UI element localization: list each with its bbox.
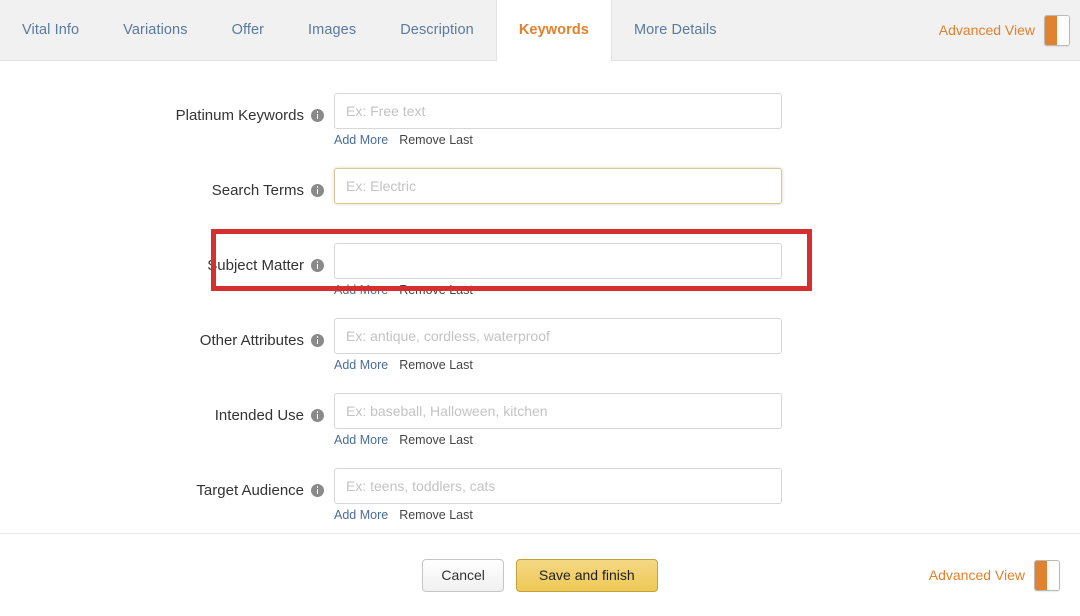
form-row-subject-matter: Subject Matter Add More Remove Last [0,243,1080,318]
tab-label: More Details [633,22,717,38]
keywords-form-page: Vital Info Variations Offer Images Descr… [0,0,1080,616]
info-icon[interactable] [311,484,324,497]
field-cell-target-audience: Add More Remove Last [334,468,782,522]
field-actions-platinum-keywords: Add More Remove Last [334,133,782,147]
save-and-finish-button[interactable]: Save and finish [515,558,658,592]
tab-vital-info[interactable]: Vital Info [0,0,101,60]
cancel-button[interactable]: Cancel [422,558,504,592]
tab-description[interactable]: Description [378,0,496,60]
footer-button-group: Cancel Save and finish [0,558,1080,592]
tab-label: Images [308,22,357,38]
field-label-text: Search Terms [211,182,304,199]
tab-variations[interactable]: Variations [101,0,209,60]
field-label-intended-use: Intended Use [0,393,334,429]
add-more-link[interactable]: Add More [334,433,388,447]
field-label-text: Target Audience [196,482,304,499]
remove-last-link[interactable]: Remove Last [399,508,473,522]
tab-offer[interactable]: Offer [210,0,286,60]
field-label-other-attributes: Other Attributes [0,318,334,354]
field-actions-other-attributes: Add More Remove Last [334,358,782,372]
field-label-text: Subject Matter [207,257,304,274]
advanced-view-label: Advanced View [928,567,1025,583]
platinum-keywords-input[interactable] [334,93,782,129]
field-label-target-audience: Target Audience [0,468,334,504]
toggle-off-half [1057,15,1069,45]
tab-bar-spacer [739,0,939,60]
field-cell-subject-matter: Add More Remove Last [334,243,782,297]
tab-images[interactable]: Images [286,0,378,60]
tab-bar: Vital Info Variations Offer Images Descr… [0,0,1080,61]
field-actions-subject-matter: Add More Remove Last [334,283,782,297]
toggle-on-half [1035,560,1047,590]
field-label-text: Intended Use [214,407,304,424]
tab-label: Keywords [518,22,589,38]
field-label-search-terms: Search Terms [0,168,334,204]
field-actions-target-audience: Add More Remove Last [334,508,782,522]
add-more-link[interactable]: Add More [334,283,388,297]
remove-last-link[interactable]: Remove Last [399,433,473,447]
tab-label: Description [400,22,474,38]
info-icon[interactable] [311,334,324,347]
tab-keywords[interactable]: Keywords [495,0,612,61]
form-row-other-attributes: Other Attributes Add More Remove Last [0,318,1080,393]
tab-label: Variations [123,22,188,38]
keywords-form: Platinum Keywords Add More Remove Last S… [0,61,1080,533]
subject-matter-input[interactable] [334,243,782,279]
intended-use-input[interactable] [334,393,782,429]
remove-last-link[interactable]: Remove Last [399,133,473,147]
field-label-platinum-keywords: Platinum Keywords [0,93,334,129]
tab-label: Offer [231,22,265,38]
tab-more-details[interactable]: More Details [612,0,739,60]
remove-last-link[interactable]: Remove Last [399,283,473,297]
field-cell-platinum-keywords: Add More Remove Last [334,93,782,147]
form-row-target-audience: Target Audience Add More Remove Last [0,468,1080,543]
advanced-view-toggle-top[interactable]: Advanced View [939,0,1080,60]
field-actions-intended-use: Add More Remove Last [334,433,782,447]
info-icon[interactable] [311,409,324,422]
target-audience-input[interactable] [334,468,782,504]
field-label-text: Other Attributes [199,332,304,349]
other-attributes-input[interactable] [334,318,782,354]
toggle-switch-icon[interactable] [1034,559,1060,591]
add-more-link[interactable]: Add More [334,358,388,372]
toggle-on-half [1045,15,1057,45]
add-more-link[interactable]: Add More [334,133,388,147]
advanced-view-toggle-bottom[interactable]: Advanced View [928,559,1070,591]
field-cell-search-terms [334,168,782,204]
info-icon[interactable] [311,259,324,272]
toggle-switch-icon[interactable] [1044,14,1070,46]
form-row-search-terms: Search Terms [0,168,1080,243]
form-row-platinum-keywords: Platinum Keywords Add More Remove Last [0,93,1080,168]
form-row-intended-use: Intended Use Add More Remove Last [0,393,1080,468]
advanced-view-label: Advanced View [938,22,1035,38]
tab-label: Vital Info [22,22,80,38]
info-icon[interactable] [311,109,324,122]
remove-last-link[interactable]: Remove Last [399,358,473,372]
search-terms-input[interactable] [334,168,782,204]
add-more-link[interactable]: Add More [334,508,388,522]
footer-bar: Cancel Save and finish Advanced View [0,534,1080,616]
field-label-subject-matter: Subject Matter [0,243,334,279]
toggle-off-half [1047,560,1059,590]
field-label-text: Platinum Keywords [175,107,304,124]
info-icon[interactable] [311,184,324,197]
field-cell-intended-use: Add More Remove Last [334,393,782,447]
field-cell-other-attributes: Add More Remove Last [334,318,782,372]
